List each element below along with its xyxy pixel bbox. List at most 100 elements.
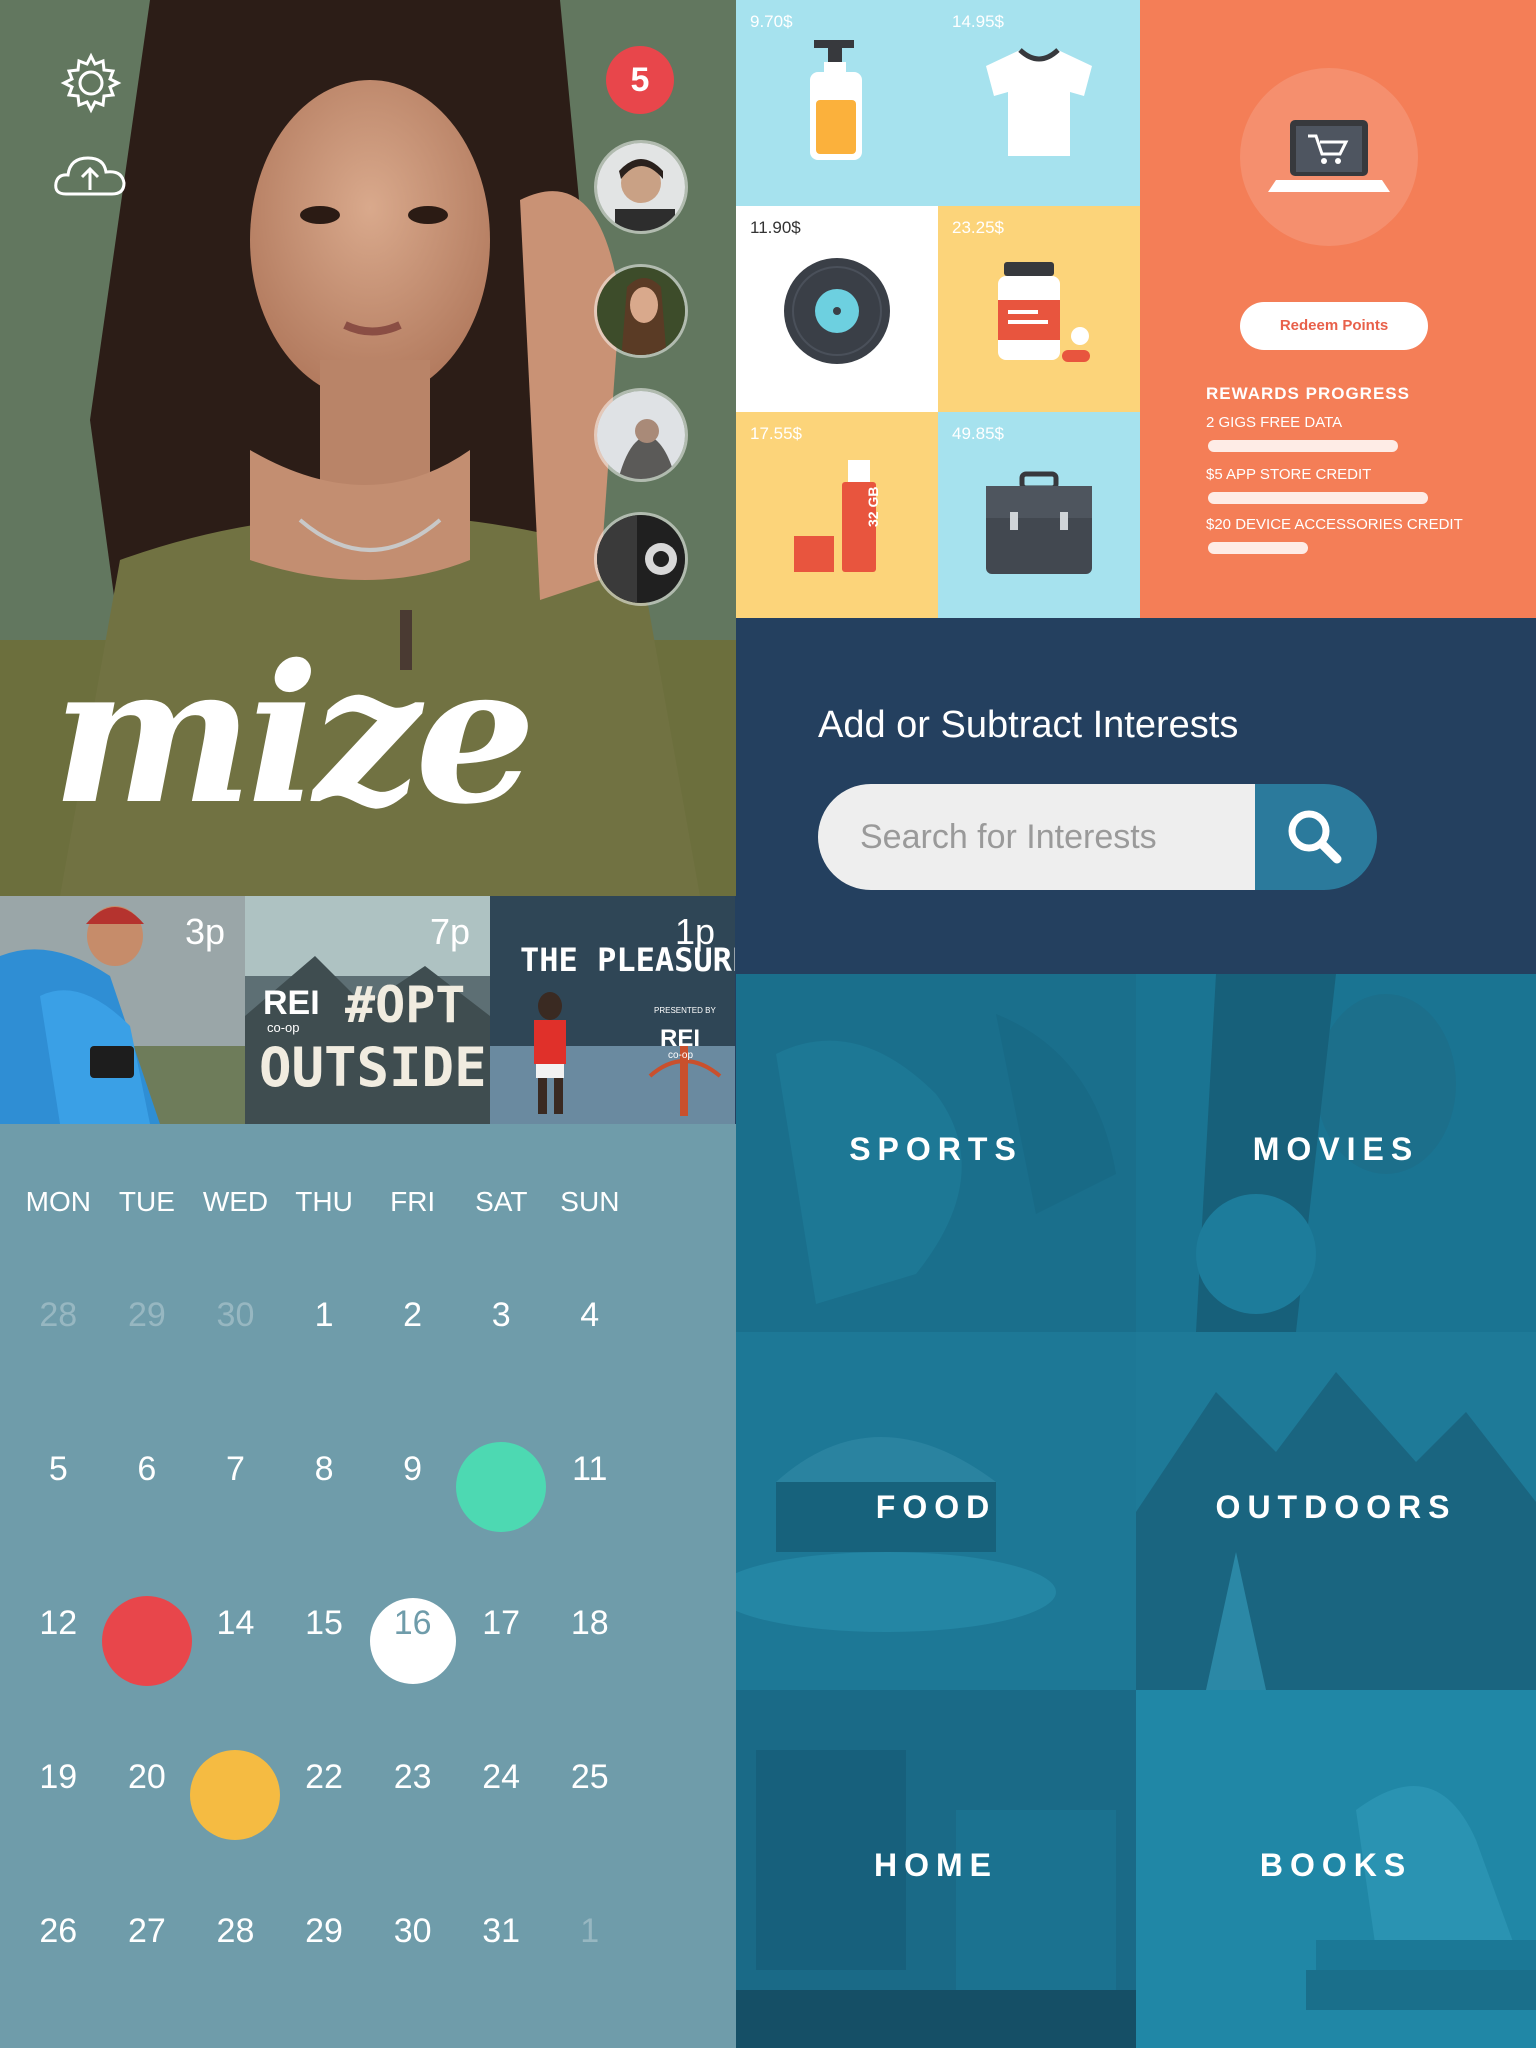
redeem-points-button[interactable]: Redeem Points bbox=[1240, 302, 1428, 350]
event-dot bbox=[456, 1442, 547, 1532]
product-price: 49.85$ bbox=[952, 424, 1004, 443]
category-tile-food[interactable]: FOOD bbox=[736, 1332, 1136, 1690]
calendar-day-today[interactable]: 16 bbox=[368, 1582, 457, 1736]
category-tile-home[interactable]: HOME bbox=[736, 1690, 1136, 2048]
day-of-week: SAT bbox=[475, 1186, 528, 1217]
calendar-day[interactable]: 14 bbox=[191, 1582, 280, 1736]
reward-progress-bar bbox=[1208, 542, 1308, 554]
calendar-week: 28 29 30 1 2 3 4 bbox=[14, 1274, 634, 1428]
day-of-week: WED bbox=[202, 1186, 269, 1217]
settings-gear-icon[interactable] bbox=[60, 52, 122, 114]
reward-item-label: $20 DEVICE ACCESSORIES CREDIT bbox=[1206, 516, 1463, 533]
calendar-day[interactable]: 7 bbox=[191, 1428, 280, 1582]
calendar-day[interactable]: 5 bbox=[14, 1428, 103, 1582]
product-price: 9.70$ bbox=[750, 12, 793, 31]
calendar-day[interactable]: 11 bbox=[545, 1428, 634, 1582]
rei-logo-text: REI bbox=[263, 984, 320, 1022]
interests-search-panel: Add or Subtract Interests bbox=[736, 618, 1536, 974]
calendar-day-event-red[interactable] bbox=[101, 1582, 192, 1736]
cloud-upload-icon[interactable] bbox=[52, 150, 128, 200]
calendar-header: MON TUE WED THU FRI SAT SUN bbox=[0, 1186, 736, 1218]
profile-hero: 5 mize bbox=[0, 0, 736, 896]
search-button[interactable] bbox=[1255, 784, 1377, 890]
calendar-day[interactable]: 12 bbox=[14, 1582, 103, 1736]
calendar-day[interactable]: 27 bbox=[103, 1890, 192, 2044]
category-label: FOOD bbox=[875, 1489, 997, 1525]
category-tile-outdoors[interactable]: OUTDOORS bbox=[1136, 1332, 1536, 1690]
calendar-day[interactable]: 29 bbox=[103, 1274, 192, 1428]
mize-logo: mize bbox=[52, 623, 536, 846]
product-tile[interactable]: 23.25$ bbox=[938, 206, 1140, 412]
calendar-day[interactable]: 30 bbox=[368, 1890, 457, 2044]
day-of-week: SUN bbox=[560, 1186, 620, 1217]
category-label: MOVIES bbox=[1252, 1131, 1420, 1167]
calendar-day[interactable]: 26 bbox=[14, 1890, 103, 2044]
event-card[interactable]: 3p bbox=[0, 896, 245, 1124]
calendar-day[interactable]: 18 bbox=[545, 1582, 634, 1736]
event-card[interactable]: THE PLEASURE & PRESENTED BY REI co-op 1p bbox=[490, 896, 735, 1124]
product-tile[interactable]: 9.70$ bbox=[736, 0, 938, 206]
event-card[interactable]: REI co-op #OPT OUTSIDE 7p bbox=[245, 896, 490, 1124]
search-icon bbox=[1288, 810, 1342, 864]
product-price: 17.55$ bbox=[750, 424, 802, 443]
calendar-day[interactable]: 2 bbox=[368, 1274, 457, 1428]
friend-avatar[interactable] bbox=[594, 140, 688, 234]
product-tile[interactable]: 17.55$ 32 GB bbox=[736, 412, 938, 618]
event-image-text: OUTSIDE bbox=[259, 1036, 487, 1099]
calendar-day[interactable]: 25 bbox=[545, 1736, 634, 1890]
category-tile-movies[interactable]: MOVIES bbox=[1136, 974, 1536, 1332]
event-dot bbox=[101, 1596, 192, 1686]
category-tile-sports[interactable]: SPORTS bbox=[736, 974, 1136, 1332]
rei-logo-sub: co-op bbox=[668, 1050, 693, 1061]
interests-search-input[interactable] bbox=[818, 784, 1266, 890]
reward-progress-bar bbox=[1208, 492, 1428, 504]
calendar-day[interactable]: 19 bbox=[14, 1736, 103, 1890]
product-price: 11.90$ bbox=[750, 218, 801, 237]
event-image-text: #OPT bbox=[345, 976, 465, 1034]
calendar-day[interactable]: 3 bbox=[457, 1274, 546, 1428]
calendar-day[interactable]: 29 bbox=[280, 1890, 369, 2044]
calendar-day[interactable]: 6 bbox=[103, 1428, 192, 1582]
calendar-day[interactable]: 4 bbox=[545, 1274, 634, 1428]
events-strip: 3p REI co-op #OPT OUTSIDE 7p THE PLEASUR… bbox=[0, 896, 736, 1124]
calendar-day-event-teal[interactable] bbox=[456, 1428, 547, 1582]
product-tile[interactable]: 11.90$ bbox=[736, 206, 938, 412]
product-tile[interactable]: 14.95$ bbox=[938, 0, 1140, 206]
calendar-day[interactable]: 1 bbox=[545, 1890, 634, 2044]
product-price: 14.95$ bbox=[952, 12, 1004, 31]
calendar-day[interactable]: 1 bbox=[280, 1274, 369, 1428]
interests-title: Add or Subtract Interests bbox=[818, 704, 1239, 746]
calendar-week: 19 20 22 23 24 25 bbox=[14, 1736, 634, 1890]
rei-logo-sub: co-op bbox=[267, 1020, 300, 1035]
calendar-day[interactable]: 8 bbox=[280, 1428, 369, 1582]
calendar-week: 12 14 15 16 17 18 bbox=[14, 1582, 634, 1736]
calendar-day[interactable]: 24 bbox=[457, 1736, 546, 1890]
calendar-day[interactable]: 31 bbox=[457, 1890, 546, 2044]
calendar-day[interactable]: 28 bbox=[191, 1890, 280, 2044]
calendar-day[interactable]: 15 bbox=[280, 1582, 369, 1736]
calendar-day[interactable]: 9 bbox=[368, 1428, 457, 1582]
day-of-week: THU bbox=[295, 1186, 353, 1217]
notification-badge[interactable]: 5 bbox=[606, 46, 674, 114]
product-tile[interactable]: 49.85$ bbox=[938, 412, 1140, 618]
interest-categories: SPORTS MOVIES FOOD OUTDOORS HOME BOOKS bbox=[736, 974, 1536, 2048]
category-label: SPORTS bbox=[849, 1131, 1023, 1167]
calendar-day[interactable]: 30 bbox=[191, 1274, 280, 1428]
calendar-day-event-yellow[interactable] bbox=[190, 1736, 281, 1890]
calendar-day[interactable]: 17 bbox=[457, 1582, 546, 1736]
calendar-day[interactable]: 22 bbox=[280, 1736, 369, 1890]
day-of-week: TUE bbox=[118, 1186, 175, 1217]
day-of-week: FRI bbox=[390, 1186, 436, 1217]
friend-avatar[interactable] bbox=[594, 512, 688, 606]
usb-capacity-label: 32 GB bbox=[865, 487, 881, 527]
category-tile-books[interactable]: BOOKS bbox=[1136, 1690, 1536, 2048]
category-label: HOME bbox=[874, 1847, 998, 1883]
product-price: 23.25$ bbox=[952, 218, 1004, 237]
calendar-day[interactable]: 20 bbox=[103, 1736, 192, 1890]
calendar-day[interactable]: 28 bbox=[14, 1274, 103, 1428]
friend-avatar[interactable] bbox=[594, 264, 688, 358]
calendar-day[interactable]: 23 bbox=[368, 1736, 457, 1890]
event-time: 3p bbox=[165, 896, 245, 976]
friend-avatar[interactable] bbox=[594, 388, 688, 482]
reward-item-label: 2 GIGS FREE DATA bbox=[1206, 414, 1343, 431]
